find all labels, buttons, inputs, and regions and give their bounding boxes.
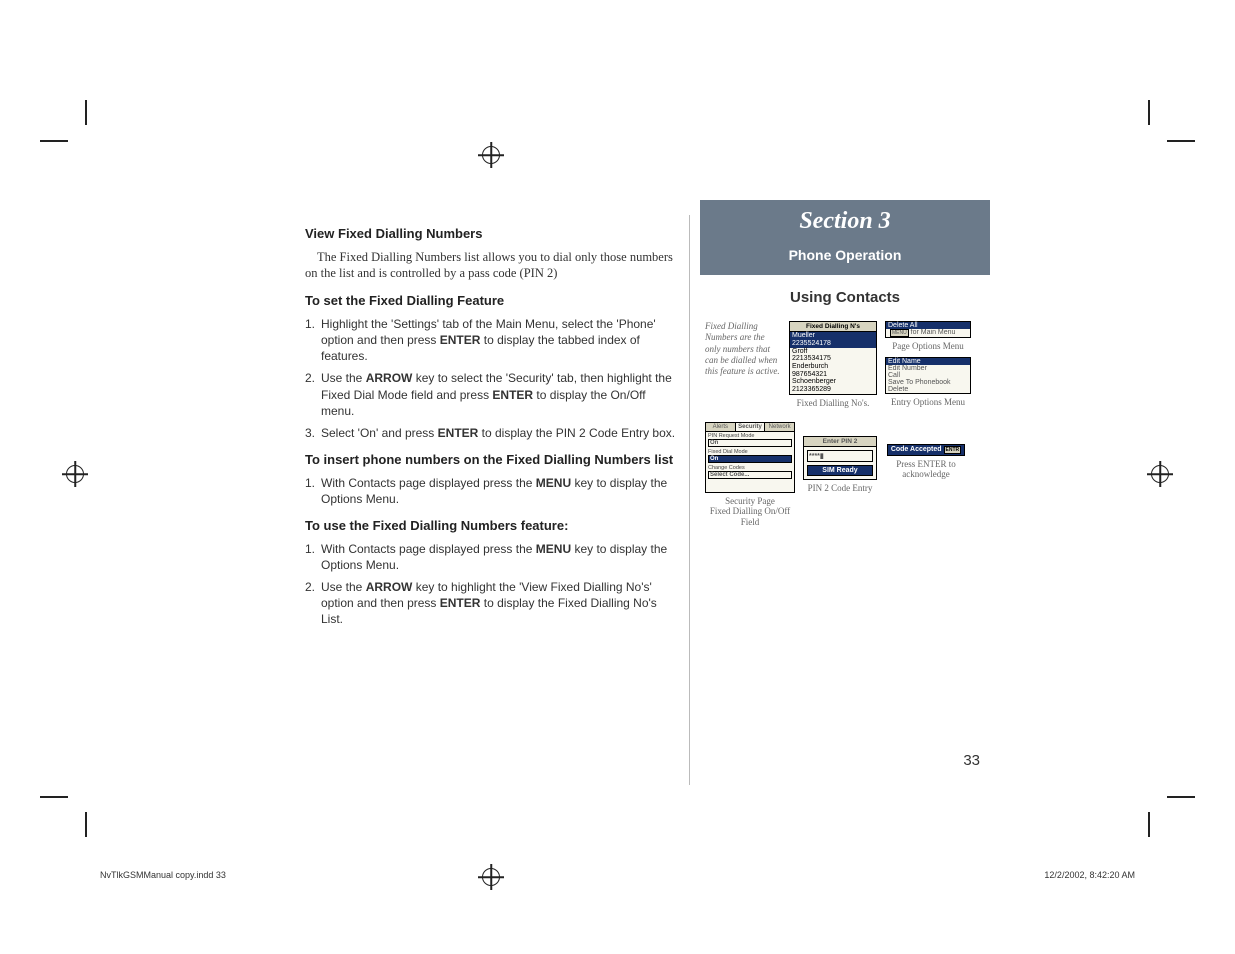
contact-name: Groff: [790, 348, 876, 356]
instruction-step: 1.With Contacts page displayed press the…: [305, 475, 679, 507]
figure-caption: Press ENTER to acknowledge: [896, 459, 956, 480]
crop-mark: [1167, 796, 1195, 798]
menu-item: Edit Name: [886, 358, 970, 365]
pin-input-field: ****▮: [807, 450, 873, 462]
instruction-step: 2.Use the ARROW key to highlight the 'Vi…: [305, 579, 679, 628]
section-title: Phone Operation: [700, 247, 990, 263]
code-accepted-toast: Code AcceptedENTR: [887, 444, 965, 456]
figure-side-note: Fixed Dialling Numbers are the only numb…: [705, 321, 781, 377]
figure-caption: PIN 2 Code Entry: [808, 483, 873, 493]
contact-number: 987654321: [790, 371, 876, 379]
page-options-menu: Delete All MENU for Main Menu: [885, 321, 971, 338]
contact-number: 2123365289: [790, 386, 876, 394]
screen-title: Fixed Dialling N's: [790, 322, 876, 332]
crop-mark: [40, 140, 68, 142]
sim-status: SIM Ready: [807, 465, 873, 476]
heading-view-fixed-dialling: View Fixed Dialling Numbers: [305, 225, 679, 243]
instruction-step: 3.Select 'On' and press ENTER to display…: [305, 425, 679, 441]
menu-hint: MENU for Main Menu: [886, 329, 970, 337]
field-label: Change Codes: [706, 464, 794, 471]
menu-item: Call: [886, 372, 970, 379]
screen-title: Enter PIN 2: [804, 437, 876, 447]
footer-timestamp: 12/2/2002, 8:42:20 AM: [1044, 870, 1135, 880]
subsection-title: Using Contacts: [705, 289, 985, 306]
section-label: Section 3: [700, 208, 990, 235]
heading-use-feature: To use the Fixed Dialling Numbers featur…: [305, 517, 679, 535]
settings-tab: Security: [736, 423, 766, 431]
contact-name: Mueller: [790, 332, 876, 340]
main-text-column: View Fixed Dialling Numbers The Fixed Di…: [305, 215, 690, 785]
settings-tab: Network: [765, 423, 794, 431]
contact-number: 2235524178: [790, 340, 876, 348]
heading-insert-numbers: To insert phone numbers on the Fixed Dia…: [305, 451, 679, 469]
figure-caption: Security Page Fixed Dialling On/Off Fiel…: [705, 496, 795, 527]
menu-item: Edit Number: [886, 365, 970, 372]
menu-item: Delete All: [886, 322, 970, 329]
field-value: Select Code...: [708, 471, 792, 479]
figure-caption: Page Options Menu: [892, 341, 964, 351]
instruction-step: 1.With Contacts page displayed press the…: [305, 541, 679, 573]
registration-mark-icon: [1151, 465, 1169, 483]
field-value: On: [708, 439, 792, 447]
crop-mark: [40, 796, 68, 798]
instruction-step: 2.Use the ARROW key to select the 'Secur…: [305, 370, 679, 419]
footer-slug: NvTlkGSMManual copy.indd 33 12/2/2002, 8…: [100, 870, 1135, 880]
crop-mark: [1167, 140, 1195, 142]
crop-mark: [85, 100, 87, 125]
field-value: On: [708, 455, 792, 463]
footer-filename: NvTlkGSMManual copy.indd 33: [100, 870, 226, 880]
fixed-dialling-list-screen: Fixed Dialling N's Mueller2235524178Grof…: [789, 321, 877, 395]
instruction-step: 1.Highlight the 'Settings' tab of the Ma…: [305, 316, 679, 365]
crop-mark: [85, 812, 87, 837]
page-number: 33: [963, 752, 980, 769]
intro-paragraph: The Fixed Dialling Numbers list allows y…: [305, 249, 679, 283]
contact-name: Schoenberger: [790, 378, 876, 386]
figure-column: Section 3 Phone Operation Using Contacts…: [690, 215, 985, 785]
pin2-entry-screen: Enter PIN 2 ****▮ SIM Ready: [803, 436, 877, 480]
field-label: Fixed Dial Mode: [706, 448, 794, 455]
menu-item: Save To Phonebook: [886, 379, 970, 386]
crop-mark: [1148, 100, 1150, 125]
field-label: PIN Request Mode: [706, 432, 794, 439]
crop-mark: [1148, 812, 1150, 837]
settings-tab: Alerts: [706, 423, 736, 431]
figure-caption: Fixed Dialling No's.: [797, 398, 870, 408]
heading-set-feature: To set the Fixed Dialling Feature: [305, 292, 679, 310]
contact-name: Enderburch: [790, 363, 876, 371]
registration-mark-icon: [482, 146, 500, 164]
menu-item: Delete: [886, 386, 970, 393]
registration-mark-icon: [66, 465, 84, 483]
contact-number: 2213534175: [790, 355, 876, 363]
figure-caption: Entry Options Menu: [891, 397, 965, 407]
security-settings-screen: AlertsSecurityNetwork PIN Request ModeOn…: [705, 422, 795, 493]
section-header-box: Section 3 Phone Operation: [700, 200, 990, 275]
entry-options-menu: Edit NameEdit NumberCallSave To Phoneboo…: [885, 357, 971, 394]
